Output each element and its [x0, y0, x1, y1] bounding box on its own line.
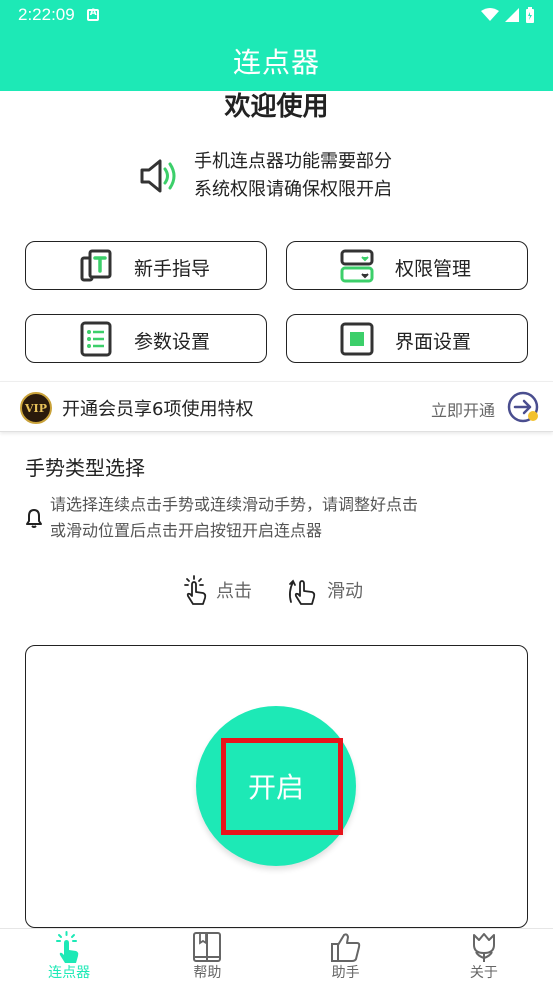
wifi-icon: [481, 8, 499, 21]
click-gesture-label: 点击: [216, 581, 252, 602]
bottom-tab-bar: 连点器 帮助 助手 关于: [0, 928, 553, 984]
slide-gesture-option[interactable]: 滑动: [287, 574, 363, 606]
tab-assistant[interactable]: 助手: [277, 929, 415, 984]
params-list-icon: [80, 321, 112, 357]
tab-help[interactable]: 帮助: [138, 929, 276, 984]
vip-banner[interactable]: VIP 开通会员享6项使用特权 立即开通: [0, 381, 553, 432]
tap-finger-icon: [56, 931, 79, 963]
tap-hand-icon: [184, 575, 207, 605]
status-time: 2:22:09: [18, 5, 75, 24]
permission-button[interactable]: 权限管理: [286, 241, 528, 290]
tab-clicker[interactable]: 连点器: [0, 929, 138, 984]
gesture-hint: 请选择连续点击手势或连续滑动手势，请调整好点击或滑动位置后点击开启按钮开启连点器: [22, 492, 430, 544]
notification-a-icon: [86, 8, 99, 21]
tab-about[interactable]: 关于: [415, 929, 553, 984]
guide-label: 新手指导: [134, 258, 211, 280]
guide-icon: [80, 249, 112, 282]
app-bar: 连点器: [0, 30, 553, 91]
swipe-hand-icon: [288, 579, 316, 605]
notice-line-2: 系统权限请确保权限开启: [194, 179, 392, 200]
gesture-hint-text: 请选择连续点击手势或连续滑动手势，请调整好点击或滑动位置后点击开启按钮开启连点器: [50, 495, 419, 540]
guide-button[interactable]: 新手指导: [25, 241, 267, 290]
thumbs-up-icon: [330, 933, 360, 962]
arrow-right-circle-icon[interactable]: [507, 391, 540, 424]
tab-about-label: 关于: [469, 965, 498, 981]
welcome-heading: 欢迎使用: [224, 92, 329, 122]
permission-icon: [340, 249, 374, 283]
slide-gesture-label: 滑动: [327, 581, 363, 602]
params-button[interactable]: 参数设置: [25, 314, 267, 363]
click-gesture-option[interactable]: 点击: [182, 574, 252, 606]
interface-button[interactable]: 界面设置: [286, 314, 528, 363]
params-label: 参数设置: [134, 331, 211, 353]
notice-line-1: 手机连点器功能需要部分: [194, 151, 392, 172]
interface-label: 界面设置: [395, 331, 472, 353]
speaker-icon: [140, 159, 176, 193]
book-icon: [193, 932, 222, 962]
bell-icon: [26, 509, 42, 528]
vip-text: 开通会员享6项使用特权: [62, 399, 254, 420]
highlight-box: [221, 738, 343, 835]
gesture-section-title: 手势类型选择: [25, 456, 145, 480]
tab-assistant-label: 助手: [331, 965, 360, 981]
tab-help-label: 帮助: [193, 965, 222, 981]
tab-clicker-label: 连点器: [48, 965, 91, 981]
app-title: 连点器: [232, 45, 320, 79]
permission-notice: 手机连点器功能需要部分 系统权限请确保权限开启: [138, 148, 392, 204]
tulip-icon: [472, 933, 495, 962]
vip-open-link[interactable]: 立即开通: [431, 397, 495, 421]
permission-label: 权限管理: [395, 258, 472, 280]
battery-icon: [526, 7, 534, 23]
interface-icon: [340, 322, 374, 356]
signal-icon: [505, 8, 519, 22]
status-icons: [481, 7, 535, 23]
status-bar: 2:22:09: [0, 0, 553, 30]
vip-badge-icon: VIP: [20, 392, 52, 424]
